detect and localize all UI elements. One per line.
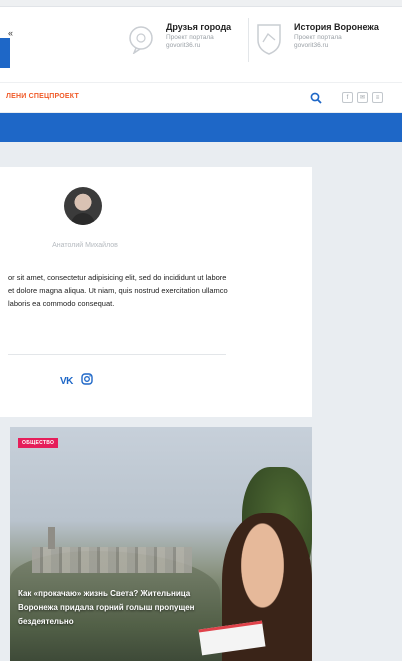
avatar[interactable]	[64, 187, 102, 225]
partner-divider	[248, 18, 249, 62]
facebook-icon[interactable]: f	[342, 92, 353, 103]
speech-bubble-icon	[124, 22, 158, 56]
city-shield-icon	[252, 22, 286, 56]
partner-history-voronezh[interactable]: История Воронежа Проект портала govorit3…	[252, 22, 379, 56]
partner-header: « Друзья города Проект портала govorit36…	[0, 0, 402, 82]
news-card[interactable]: ОБЩЕСТВО Как «прокачаю» жизнь Света? Жит…	[10, 427, 312, 661]
browser-edge	[0, 0, 402, 7]
partner-subtitle: Проект портала govorit36.ru	[294, 34, 342, 49]
vk-icon[interactable]: VK	[60, 376, 73, 387]
mail-icon[interactable]: ✉	[357, 92, 368, 103]
social-links: VK	[60, 372, 93, 390]
prev-arrow-icon[interactable]: «	[8, 28, 13, 38]
search-icon[interactable]	[310, 91, 322, 109]
main-nav-bar	[0, 113, 402, 142]
card-divider	[8, 354, 226, 355]
author-bio: or sit amet, consectetur adipisicing eli…	[8, 273, 228, 308]
author-name[interactable]: Анатолий Михайлов	[0, 242, 170, 249]
partner-name: Друзья города	[166, 22, 232, 32]
partner-name: История Воронежа	[294, 22, 379, 32]
instagram-icon[interactable]	[81, 372, 93, 390]
menu-icon[interactable]: ≡	[372, 92, 383, 103]
secondary-nav: ЛЕНИ СПЕЦПРОЕКТ f ✉ ≡	[0, 82, 402, 112]
special-project-link[interactable]: ЛЕНИ СПЕЦПРОЕКТ	[6, 93, 79, 100]
partner-friends-of-city[interactable]: Друзья города Проект портала govorit36.r…	[124, 22, 244, 56]
partner-subtitle: Проект портала govorit36.ru	[166, 34, 214, 49]
author-card: Анатолий Михайлов or sit amet, consectet…	[0, 167, 312, 417]
news-photo-city	[32, 547, 192, 573]
news-title[interactable]: Как «прокачаю» жизнь Света? Жительница В…	[18, 587, 218, 629]
menu-tab[interactable]	[0, 38, 10, 68]
news-photo-tower	[48, 527, 55, 549]
category-badge[interactable]: ОБЩЕСТВО	[18, 438, 59, 448]
